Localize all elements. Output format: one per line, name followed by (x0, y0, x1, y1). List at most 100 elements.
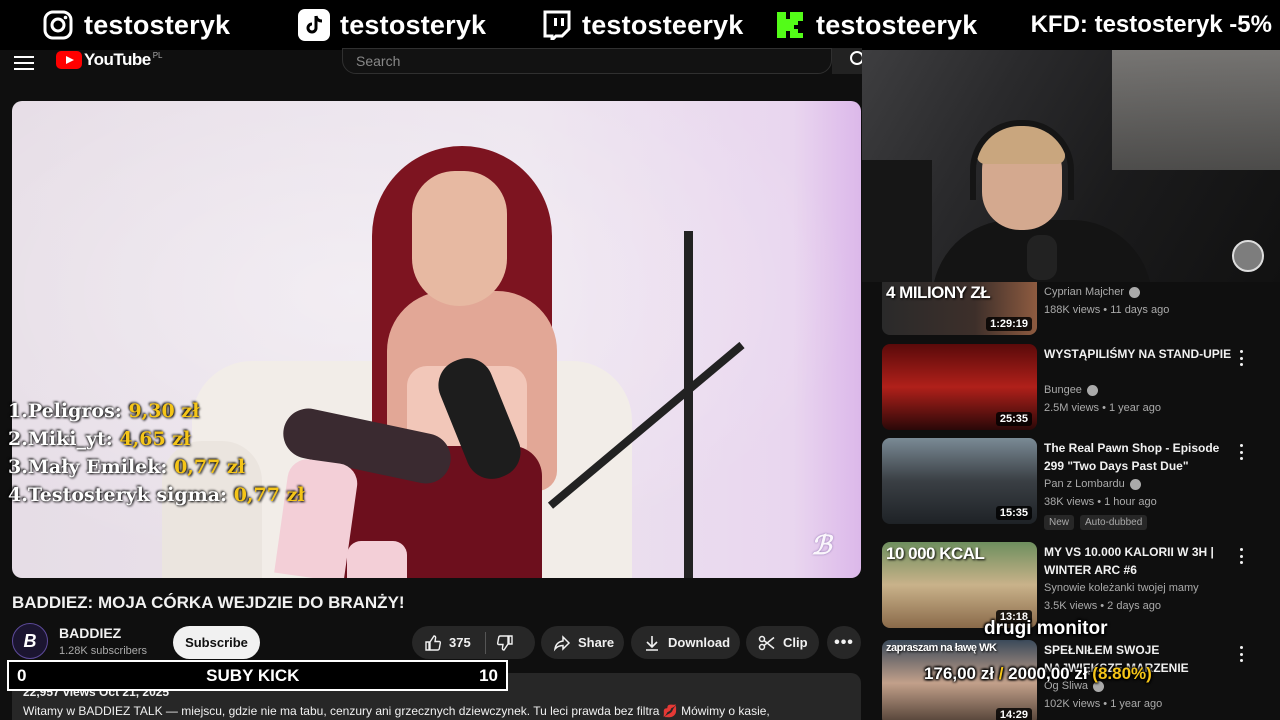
kfd-code: KFD: testosteryk -5% (1030, 11, 1272, 38)
goal-percent: (8.80%) (1092, 664, 1152, 683)
video-duration: 1:29:19 (986, 317, 1032, 331)
recommendation-channel[interactable]: Pan z Lombardu (1044, 478, 1141, 490)
donation-leaderboard: 1.Peligros: 9,30 zł 2.Miki_yt: 4,65 zł 3… (8, 397, 305, 509)
region-code: PL (152, 50, 163, 60)
video-thumbnail[interactable]: 25:35 (882, 344, 1037, 430)
headphones-icon (970, 120, 1074, 200)
clip-button[interactable]: Clip (746, 626, 819, 659)
suby-current: 0 (17, 665, 27, 685)
leaderboard-amount: 4,65 zł (119, 428, 191, 450)
donation-goal-progress: 176,00 zł / 2000,00 zł (8.80%) (924, 664, 1152, 684)
video-person-face (412, 171, 507, 306)
recommendation-meta: 2.5M views • 1 year ago (1044, 402, 1161, 414)
recommendation-title[interactable]: The Real Pawn Shop - Episode 299 "Two Da… (1044, 439, 1234, 475)
baddiez-watermark-icon: ℬ (811, 530, 832, 560)
twitch-handle: testosteeryk (540, 0, 744, 50)
subscribe-button[interactable]: Subscribe (173, 626, 260, 659)
suby-target: 10 (479, 665, 498, 685)
new-badge: New (1044, 515, 1075, 530)
share-button[interactable]: Share (541, 626, 624, 659)
webcam-feed (862, 50, 1280, 282)
channel-name: Synowie koleżanki twojej mamy (1044, 582, 1199, 594)
download-button[interactable]: Download (631, 626, 740, 659)
instagram-name: testosteryk (84, 9, 231, 40)
dislike-icon[interactable] (496, 634, 514, 652)
kick-name: testosteeryk (816, 9, 978, 40)
thumbnail-text: zapraszam na ławę WK (886, 642, 997, 654)
recommendation-channel[interactable]: Synowie koleżanki twojej mamy (1044, 582, 1199, 594)
verified-icon (1129, 478, 1141, 490)
video-thumbnail[interactable]: 15:35 (882, 438, 1037, 524)
subscriber-count: 1.28K subscribers (59, 645, 148, 657)
recommendation-meta: 102K views • 1 year ago (1044, 698, 1163, 710)
menu-icon[interactable] (14, 56, 34, 72)
more-vertical-icon[interactable] (1237, 548, 1245, 564)
webcam-microphone (1027, 235, 1057, 280)
like-dislike-group: 375 (412, 626, 535, 659)
channel-name: Bungee (1044, 384, 1082, 396)
video-thumbnail[interactable]: 10 000 KCAL 13:18 (882, 542, 1037, 628)
more-actions-button[interactable]: ••• (827, 626, 861, 659)
mic-stand (684, 231, 693, 578)
like-divider (484, 631, 486, 654)
instagram-handle: testosteryk (42, 0, 230, 50)
recommendation-channel[interactable]: Bungee (1044, 384, 1098, 396)
leaderboard-row: 1.Peligros: 9,30 zł (8, 397, 305, 425)
tiktok-handle: testosteryk (298, 0, 486, 50)
social-banner: testosteryk testosteryk testosteeryk tes… (0, 0, 1280, 50)
leaderboard-name: 2.Miki_yt: (8, 428, 113, 450)
search-button[interactable] (832, 48, 864, 74)
recommendation-meta: 3.5K views • 2 days ago (1044, 600, 1161, 612)
leaderboard-amount: 0,77 zł (233, 484, 305, 506)
kick-icon (774, 9, 806, 41)
more-vertical-icon[interactable] (1237, 444, 1245, 460)
channel-name: Cyprian Majcher (1044, 286, 1125, 298)
more-vertical-icon[interactable] (1237, 350, 1245, 366)
channel-name[interactable]: BADDIEZ (59, 625, 121, 641)
leaderboard-name: 4.Testosteryk sigma: (8, 484, 228, 506)
youtube-logo[interactable]: YouTube PL (56, 50, 163, 70)
share-label: Share (578, 635, 615, 650)
video-title: BADDIEZ: MOJA CÓRKA WEJDZIE DO BRANŻY! (12, 593, 405, 612)
auto-dubbed-badge: Auto-dubbed (1080, 515, 1148, 530)
more-horizontal-icon: ••• (834, 633, 854, 651)
verified-icon (1129, 286, 1141, 298)
recommendation-title[interactable]: WYSTĄPILIŚMY NA STAND-UPIE (1044, 345, 1234, 363)
video-thumbnail[interactable]: 4 MILIONY ZŁ 1:29:19 (882, 282, 1037, 335)
webcam-window-light (1112, 50, 1280, 170)
channel-name: Pan z Lombardu (1044, 478, 1125, 490)
leaderboard-name: 3.Mały Emilek: (8, 456, 168, 478)
tiktok-name: testosteryk (340, 9, 487, 40)
recommendation-title[interactable]: MY VS 10.000 KALORII W 3H | WINTER ARC #… (1044, 543, 1234, 579)
scissors-icon (758, 634, 776, 652)
twitch-name: testosteeryk (582, 9, 744, 40)
video-description: Witamy w BADDIEZ TALK — miejscu, gdzie n… (23, 704, 770, 718)
video-duration: 14:29 (995, 708, 1032, 720)
recommendations-sidebar: 4 MILIONY ZŁ 1:29:19 Cyprian Majcher 188… (862, 282, 1280, 720)
kick-handle: testosteeryk (774, 0, 978, 50)
instagram-icon (42, 9, 74, 41)
search-input[interactable] (343, 49, 831, 73)
share-icon (553, 634, 571, 652)
search-box (342, 48, 832, 74)
video-duration: 15:35 (995, 506, 1032, 520)
goal-separator: / (998, 664, 1004, 683)
download-icon (643, 634, 661, 652)
thumbnail-text: 10 000 KCAL (886, 544, 985, 563)
leaderboard-row: 2.Miki_yt: 4,65 zł (8, 425, 305, 453)
youtube-play-icon (56, 51, 82, 69)
like-icon[interactable] (424, 634, 442, 652)
more-vertical-icon[interactable] (1237, 646, 1245, 662)
thumbnail-text: 4 MILIONY ZŁ (886, 283, 991, 302)
recommendation-channel[interactable]: Cyprian Majcher (1044, 286, 1141, 298)
clip-label: Clip (783, 635, 808, 650)
webcam-avatar-icon (1232, 240, 1264, 272)
leaderboard-amount: 9,30 zł (128, 400, 200, 422)
video-duration: 25:35 (995, 412, 1032, 426)
recommendation-meta: 188K views • 11 days ago (1044, 304, 1170, 316)
channel-avatar[interactable]: B (12, 623, 48, 659)
download-label: Download (668, 635, 731, 650)
youtube-wordmark: YouTube (84, 50, 151, 69)
goal-target: 2000,00 zł (1008, 664, 1088, 683)
like-count[interactable]: 375 (449, 635, 471, 650)
